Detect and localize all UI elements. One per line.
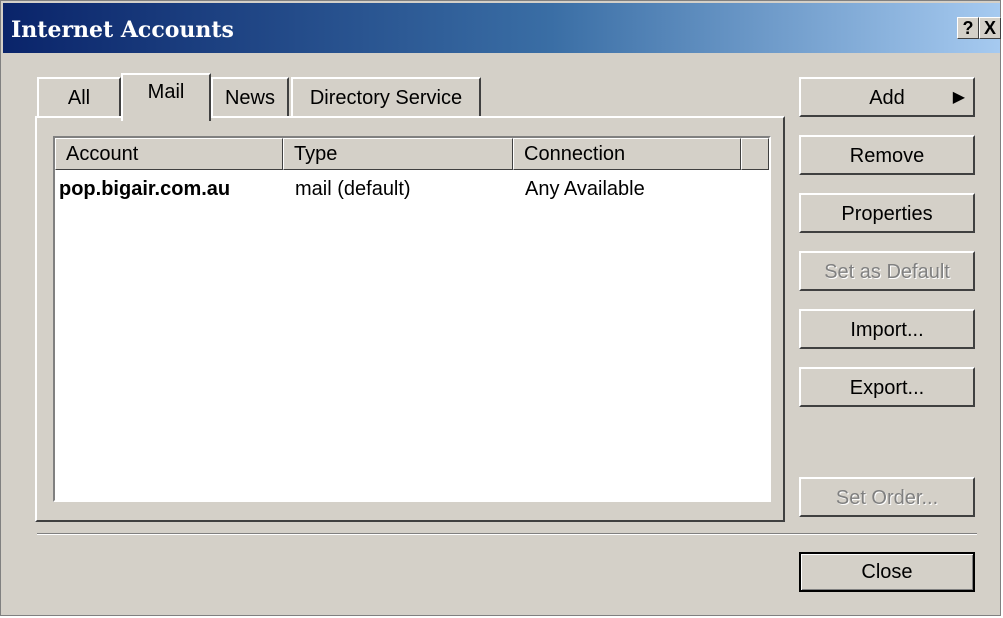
separator	[37, 533, 977, 535]
column-header-connection[interactable]: Connection	[513, 138, 741, 170]
help-button[interactable]: ?	[957, 17, 979, 39]
column-header-account[interactable]: Account	[55, 138, 283, 170]
add-button-label: Add	[869, 87, 905, 109]
properties-button[interactable]: Properties	[799, 193, 975, 233]
set-as-default-button[interactable]: Set as Default	[799, 251, 975, 291]
window-title: Internet Accounts	[11, 17, 234, 43]
close-window-button[interactable]: X	[979, 17, 1001, 39]
import-button[interactable]: Import...	[799, 309, 975, 349]
column-header-type[interactable]: Type	[283, 138, 513, 170]
tab-mail-label: Mail	[147, 81, 185, 103]
internet-accounts-dialog: Internet Accounts ? X All Mail News Dire…	[0, 0, 1001, 616]
column-header-blank	[741, 138, 769, 170]
tab-news[interactable]: News	[211, 77, 289, 117]
title-bar[interactable]: Internet Accounts ? X	[3, 3, 1001, 53]
account-name-cell[interactable]: pop.bigair.com.au	[59, 178, 230, 201]
tab-mail[interactable]: Mail	[121, 73, 211, 121]
remove-button[interactable]: Remove	[799, 135, 975, 175]
tab-news-label: News	[224, 87, 275, 109]
accounts-list[interactable]: Account Type Connection pop.bigair.com.a…	[53, 136, 771, 502]
tab-directory-service-label: Directory Service	[309, 87, 463, 109]
tab-panel: Account Type Connection pop.bigair.com.a…	[35, 116, 785, 522]
tab-directory-service[interactable]: Directory Service	[291, 77, 481, 117]
set-order-button[interactable]: Set Order...	[799, 477, 975, 517]
account-connection-cell[interactable]: Any Available	[525, 178, 645, 201]
submenu-arrow-icon: ▶	[952, 89, 965, 106]
tab-all[interactable]: All	[37, 77, 121, 117]
close-button[interactable]: Close	[799, 552, 975, 592]
add-button[interactable]: Add ▶	[799, 77, 975, 117]
account-type-cell[interactable]: mail (default)	[295, 178, 411, 201]
tab-all-label: All	[67, 87, 91, 109]
export-button[interactable]: Export...	[799, 367, 975, 407]
